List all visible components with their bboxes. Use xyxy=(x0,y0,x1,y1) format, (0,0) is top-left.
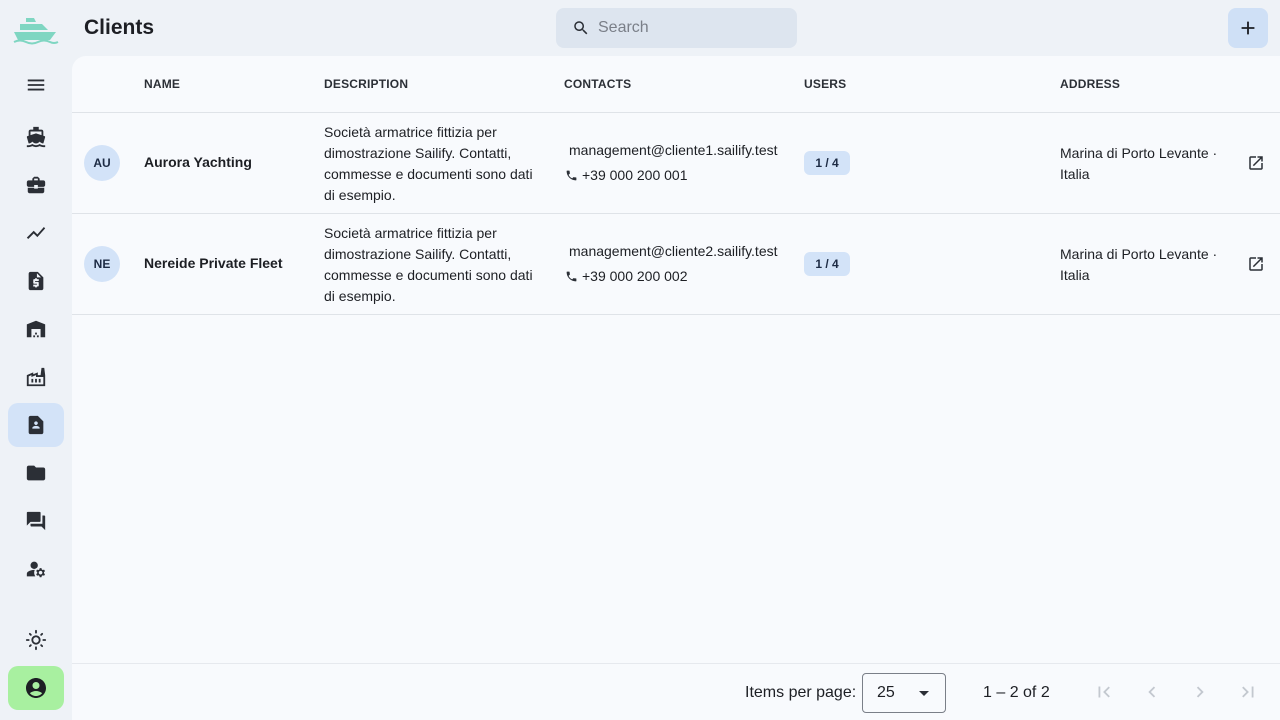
chevron-right-icon xyxy=(1196,686,1204,698)
account-circle-icon xyxy=(26,678,46,698)
items-per-page-select[interactable]: 25 xyxy=(862,673,946,713)
invoice-dollar-icon xyxy=(28,271,44,291)
client-address: Marina di Porto Levante · Italia xyxy=(1060,246,1218,283)
column-header-contacts[interactable]: CONTACTS xyxy=(564,77,631,91)
account-button[interactable] xyxy=(8,666,64,710)
sidebar xyxy=(0,0,72,720)
column-header-users[interactable]: USERS xyxy=(804,77,846,91)
sidebar-item-warehouse[interactable] xyxy=(8,307,64,351)
column-header-address[interactable]: ADDRESS xyxy=(1060,77,1120,91)
forum-icon xyxy=(26,511,46,531)
menu-icon xyxy=(27,79,45,91)
sidebar-item-clients[interactable] xyxy=(8,403,64,447)
client-email[interactable]: management@cliente1.sailify.test xyxy=(569,142,778,158)
briefcase-icon xyxy=(26,176,46,194)
client-name: Nereide Private Fleet xyxy=(144,255,283,271)
client-phone-number: +39 000 200 001 xyxy=(582,167,688,183)
sidebar-item-suppliers[interactable] xyxy=(8,355,64,399)
trending-line-icon xyxy=(26,227,46,239)
last-page-button[interactable] xyxy=(1236,680,1260,704)
sidebar-item-vessels[interactable] xyxy=(8,115,64,159)
search-icon xyxy=(574,21,588,35)
sidebar-item-analytics[interactable] xyxy=(8,211,64,255)
dropdown-arrow-icon xyxy=(919,691,929,696)
open-in-new-icon xyxy=(1249,156,1263,170)
items-per-page-label: Items per page: xyxy=(745,684,857,701)
client-email[interactable]: management@cliente2.sailify.test xyxy=(569,243,778,259)
search-input[interactable] xyxy=(598,19,778,37)
add-client-button[interactable] xyxy=(1228,8,1268,48)
app-logo-icon[interactable] xyxy=(12,12,60,48)
client-description: Società armatrice fittizia per dimostraz… xyxy=(324,124,533,203)
first-page-icon xyxy=(1098,686,1110,698)
sidebar-item-messages[interactable] xyxy=(8,499,64,543)
users-badge: 1 / 4 xyxy=(804,252,850,276)
paginator: Items per page: 25 1 – 2 of 2 xyxy=(72,663,1280,720)
phone-icon xyxy=(566,170,577,180)
sidebar-item-invoices[interactable] xyxy=(8,259,64,303)
search-box[interactable] xyxy=(556,8,797,48)
table-row[interactable]: NE Nereide Private Fleet Società armatri… xyxy=(72,214,1280,315)
open-in-new-button[interactable] xyxy=(1244,252,1268,276)
open-in-new-icon xyxy=(1249,257,1263,271)
open-in-new-button[interactable] xyxy=(1244,151,1268,175)
table-header: NAME DESCRIPTION CONTACTS USERS ADDRESS xyxy=(72,56,1280,113)
avatar: AU xyxy=(84,145,120,181)
first-page-button[interactable] xyxy=(1092,680,1116,704)
plus-icon xyxy=(1241,21,1255,35)
chevron-left-icon xyxy=(1148,686,1156,698)
client-phone[interactable]: +39 000 200 001 xyxy=(565,167,688,183)
client-phone-number: +39 000 200 002 xyxy=(582,268,688,284)
column-header-name[interactable]: NAME xyxy=(144,77,180,91)
phone-icon xyxy=(566,271,577,281)
users-badge: 1 / 4 xyxy=(804,151,850,175)
warehouse-icon xyxy=(26,320,46,338)
boat-icon xyxy=(26,126,46,148)
sidebar-item-documents[interactable] xyxy=(8,451,64,495)
menu-button[interactable] xyxy=(8,63,64,107)
table-row[interactable]: AU Aurora Yachting Società armatrice fit… xyxy=(72,113,1280,214)
client-name: Aurora Yachting xyxy=(144,154,252,170)
top-bar: Clients xyxy=(72,0,1280,56)
last-page-icon xyxy=(1242,686,1254,698)
sidebar-item-jobs[interactable] xyxy=(8,163,64,207)
client-description: Società armatrice fittizia per dimostraz… xyxy=(324,225,533,304)
light-mode-icon xyxy=(25,629,47,651)
page-title: Clients xyxy=(84,16,155,39)
clients-panel: NAME DESCRIPTION CONTACTS USERS ADDRESS … xyxy=(72,56,1280,720)
next-page-button[interactable] xyxy=(1188,680,1212,704)
column-header-description[interactable]: DESCRIPTION xyxy=(324,77,408,91)
client-address: Marina di Porto Levante · Italia xyxy=(1060,145,1218,182)
page-range-label: 1 – 2 of 2 xyxy=(983,684,1050,701)
items-per-page-value: 25 xyxy=(877,684,895,701)
folder-icon xyxy=(26,465,46,481)
factory-icon xyxy=(26,367,46,387)
manage-accounts-icon xyxy=(26,561,46,578)
theme-toggle-button[interactable] xyxy=(8,618,64,662)
contact-page-icon xyxy=(28,415,44,435)
previous-page-button[interactable] xyxy=(1140,680,1164,704)
sidebar-item-user-settings[interactable] xyxy=(8,547,64,591)
client-phone[interactable]: +39 000 200 002 xyxy=(565,268,688,284)
avatar: NE xyxy=(84,246,120,282)
